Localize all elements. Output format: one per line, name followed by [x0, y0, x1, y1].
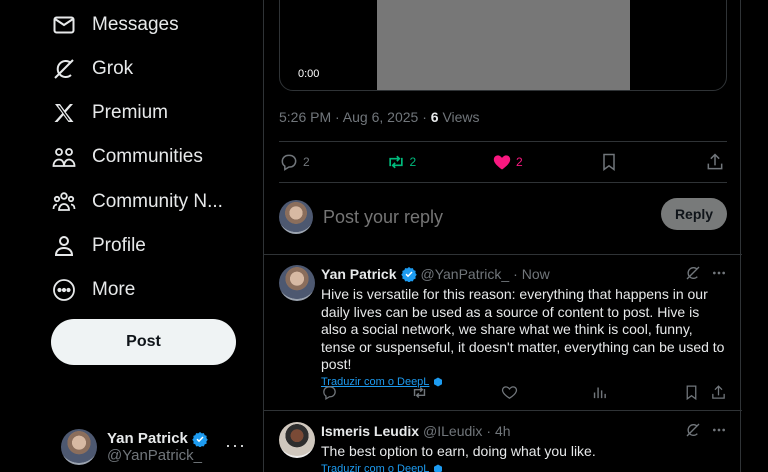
more-dots-icon[interactable]: ···	[225, 435, 246, 456]
post-time[interactable]: · Now	[513, 266, 550, 282]
nav-item-grok[interactable]: Grok	[52, 49, 133, 89]
nav-label-messages: Messages	[92, 14, 179, 35]
share-action[interactable]	[705, 152, 725, 172]
video-time: 0:00	[298, 68, 320, 80]
avatar	[61, 429, 97, 465]
views-count: 6	[430, 109, 439, 125]
deepl-icon	[434, 464, 443, 472]
community-notes-icon	[52, 190, 76, 214]
grok-explain-icon[interactable]	[685, 265, 701, 281]
nav-label-premium: Premium	[92, 102, 169, 123]
repost-icon[interactable]	[411, 384, 428, 401]
heart-icon[interactable]	[501, 384, 518, 401]
repost-count: 2	[409, 155, 417, 169]
communities-icon	[52, 145, 76, 169]
account-name: Yan Patrick	[107, 430, 188, 447]
nav-item-more[interactable]: More	[52, 270, 135, 310]
avatar[interactable]	[279, 265, 315, 301]
nav-item-community-notes[interactable]: Community N...	[52, 182, 223, 222]
account-handle: @YanPatrick_	[107, 447, 202, 464]
reply-tweet[interactable]: Ismeris Leudix @ILeudix · 4h The best op…	[279, 422, 727, 472]
nav-item-profile[interactable]: Profile	[52, 226, 146, 266]
video-frame[interactable]	[377, 0, 630, 90]
reply-button[interactable]: Reply	[661, 198, 727, 230]
nav-label-grok: Grok	[92, 58, 134, 79]
bookmark-icon[interactable]	[683, 384, 700, 401]
nav-label-communities: Communities	[92, 146, 203, 167]
main-column: 0:00 5:26 PM · Aug 6, 2025 · 6 Views 2 2…	[263, 0, 742, 472]
post-meta: 5:26 PM · Aug 6, 2025 · 6 Views	[279, 109, 480, 125]
divider	[264, 254, 742, 255]
tweet-tools	[685, 422, 727, 438]
more-dots-icon[interactable]	[711, 265, 727, 281]
author-name[interactable]: Ismeris Leudix	[321, 423, 419, 439]
account-switcher[interactable]: Yan Patrick @YanPatrick_ ···	[61, 429, 256, 465]
nav-item-premium[interactable]: Premium	[52, 93, 168, 133]
author-name[interactable]: Yan Patrick	[321, 266, 397, 282]
repost-action[interactable]: 2	[386, 152, 493, 172]
repost-icon	[388, 155, 403, 169]
post-button[interactable]: Post	[51, 319, 236, 365]
avatar	[279, 200, 313, 234]
views-icon[interactable]	[591, 384, 608, 401]
divider	[279, 182, 727, 183]
share-icon	[707, 153, 723, 170]
grok-icon	[52, 57, 76, 81]
profile-icon	[52, 234, 76, 258]
translate-label: Traduzir com o DeepL	[321, 462, 430, 472]
nav-label-profile: Profile	[92, 235, 146, 256]
tweet-action-bar	[321, 382, 727, 402]
reply-icon[interactable]	[321, 384, 338, 401]
bookmark-action[interactable]	[599, 152, 706, 172]
more-dots-icon[interactable]	[711, 422, 727, 438]
reply-composer: Reply	[279, 197, 727, 237]
heart-icon	[493, 155, 511, 170]
post-action-bar: 2 2 2	[279, 144, 727, 180]
author-handle[interactable]: @ILeudix	[423, 423, 482, 439]
translate-link[interactable]: Traduzir com o DeepL	[321, 463, 727, 472]
share-icon[interactable]	[710, 384, 727, 401]
bookmark-icon	[602, 153, 615, 171]
post-timestamp[interactable]: 5:26 PM · Aug 6, 2025 ·	[279, 109, 431, 125]
x-logo-icon	[52, 101, 76, 125]
more-circle-icon	[52, 278, 76, 302]
sidebar-nav: Messages Grok Premium Communities Commun…	[0, 0, 262, 472]
divider	[264, 410, 742, 411]
nav-label-more: More	[92, 279, 136, 300]
views-label: Views	[438, 109, 480, 125]
grok-explain-icon[interactable]	[685, 422, 701, 438]
reply-input[interactable]	[323, 206, 623, 228]
like-count: 2	[516, 155, 523, 169]
tweet-text: The best option to earn, doing what you …	[321, 443, 596, 459]
reply-action[interactable]: 2	[279, 152, 386, 172]
tweet-tools	[685, 265, 727, 281]
reply-count: 2	[303, 155, 310, 169]
post-time[interactable]: · 4h	[486, 423, 510, 439]
reply-icon	[281, 154, 297, 171]
author-handle[interactable]: @YanPatrick_	[421, 266, 510, 282]
like-action[interactable]: 2	[492, 152, 599, 172]
nav-item-communities[interactable]: Communities	[52, 137, 203, 177]
nav-label-community-notes: Community N...	[92, 191, 223, 212]
tweet-text: Hive is versatile for this reason: every…	[321, 286, 725, 372]
verified-icon	[400, 267, 417, 282]
envelope-icon	[52, 13, 76, 37]
video-player[interactable]: 0:00	[279, 0, 727, 91]
nav-item-messages[interactable]: Messages	[52, 5, 179, 45]
divider	[279, 141, 727, 142]
avatar[interactable]	[279, 422, 315, 458]
verified-icon	[192, 431, 208, 447]
